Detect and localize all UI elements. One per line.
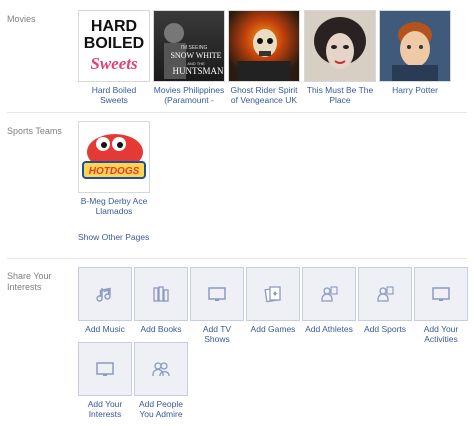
hard-boiled-sweets-art: HARD BOILED Sweets (84, 18, 144, 73)
portrait-art (314, 17, 366, 69)
add-sports-tile[interactable]: Add Sports (358, 267, 412, 334)
poster-text-4: HUNTSMAN (172, 66, 224, 76)
movies-label: Movies (7, 14, 36, 24)
snow-white-poster[interactable]: I'M SEEING SNOW WHITE AND THE HUNTSMAN (153, 10, 225, 82)
tv-icon (207, 284, 227, 304)
add-interests-label[interactable]: Add Your Interests (78, 399, 132, 419)
harry-potter-poster[interactable] (379, 10, 451, 82)
this-must-be-the-place-poster[interactable] (304, 10, 376, 82)
sports-tile-b-meg[interactable]: HOTDOGS B-Meg Derby Ace Llamados (78, 121, 150, 216)
b-meg-logo[interactable]: HOTDOGS (78, 121, 150, 193)
sports-caption[interactable]: B-Meg Derby Ace Llamados (78, 196, 150, 216)
hotdogs-logo-art: HOTDOGS (82, 134, 146, 179)
add-tv-shows-label[interactable]: Add TV Shows (190, 324, 244, 344)
section-divider (7, 258, 467, 259)
add-activities-button[interactable] (414, 267, 468, 321)
hard-boiled-sweets-poster[interactable]: HARD BOILED Sweets (78, 10, 150, 82)
poster-word-boiled: BOILED (84, 35, 144, 52)
add-people-tile[interactable]: Add People You Admire (134, 342, 188, 419)
add-books-button[interactable] (134, 267, 188, 321)
add-activities-label[interactable]: Add Your Activities (414, 324, 468, 344)
movie-tile-ghost-rider[interactable]: Ghost Rider Spirit of Vengeance UK (228, 10, 300, 105)
poster-text-2: SNOW WHITE (170, 51, 221, 60)
section-divider (7, 112, 467, 113)
activities-icon (431, 284, 451, 304)
add-interests-button[interactable] (78, 342, 132, 396)
add-games-button[interactable] (246, 267, 300, 321)
add-sports-button[interactable] (358, 267, 412, 321)
movie-tile-this-must-be-the-place[interactable]: This Must Be The Place (304, 10, 376, 105)
add-games-tile[interactable]: Add Games (246, 267, 300, 334)
add-sports-label[interactable]: Add Sports (358, 324, 412, 334)
ghost-rider-skull-art (237, 29, 291, 81)
movie-tile-hard-boiled-sweets[interactable]: HARD BOILED Sweets Hard Boiled Sweets (78, 10, 150, 105)
interests-icon (95, 359, 115, 379)
add-books-label[interactable]: Add Books (134, 324, 188, 334)
sports-teams-label: Sports Teams (7, 126, 62, 136)
movie-tile-harry-potter[interactable]: Harry Potter (379, 10, 451, 95)
poster-word-sweets: Sweets (90, 54, 138, 73)
movie-caption[interactable]: Hard Boiled Sweets (78, 85, 150, 105)
add-books-tile[interactable]: Add Books (134, 267, 188, 334)
movie-caption[interactable]: Ghost Rider Spirit of Vengeance UK (228, 85, 300, 105)
add-athletes-label[interactable]: Add Athletes (302, 324, 356, 334)
add-tv-shows-tile[interactable]: Add TV Shows (190, 267, 244, 344)
add-music-label[interactable]: Add Music (78, 324, 132, 334)
add-games-label[interactable]: Add Games (246, 324, 300, 334)
logo-text: HOTDOGS (89, 166, 140, 177)
people-icon (151, 359, 171, 379)
music-icon (95, 284, 115, 304)
movie-tile-snow-white[interactable]: I'M SEEING SNOW WHITE AND THE HUNTSMAN M… (153, 10, 225, 105)
add-tv-shows-button[interactable] (190, 267, 244, 321)
movie-caption[interactable]: Harry Potter (379, 85, 451, 95)
portrait-art (392, 22, 438, 81)
movie-caption[interactable]: Movies Philippines (Paramount - (153, 85, 225, 105)
show-other-pages-link[interactable]: Show Other Pages (78, 232, 149, 242)
movie-caption[interactable]: This Must Be The Place (304, 85, 376, 105)
poster-word-hard: HARD (91, 18, 137, 35)
add-athletes-button[interactable] (302, 267, 356, 321)
share-interests-label: Share Your Interests (7, 271, 52, 292)
snow-white-art: I'M SEEING SNOW WHITE AND THE HUNTSMAN (164, 23, 224, 79)
ghost-rider-poster[interactable] (228, 10, 300, 82)
add-people-label[interactable]: Add People You Admire (134, 399, 188, 419)
athletes-icon (319, 284, 339, 304)
add-interests-tile[interactable]: Add Your Interests (78, 342, 132, 419)
sports-icon (375, 284, 395, 304)
add-people-button[interactable] (134, 342, 188, 396)
add-music-button[interactable] (78, 267, 132, 321)
add-activities-tile[interactable]: Add Your Activities (414, 267, 468, 344)
books-icon (151, 284, 171, 304)
add-music-tile[interactable]: Add Music (78, 267, 132, 334)
add-athletes-tile[interactable]: Add Athletes (302, 267, 356, 334)
games-icon (263, 284, 283, 304)
